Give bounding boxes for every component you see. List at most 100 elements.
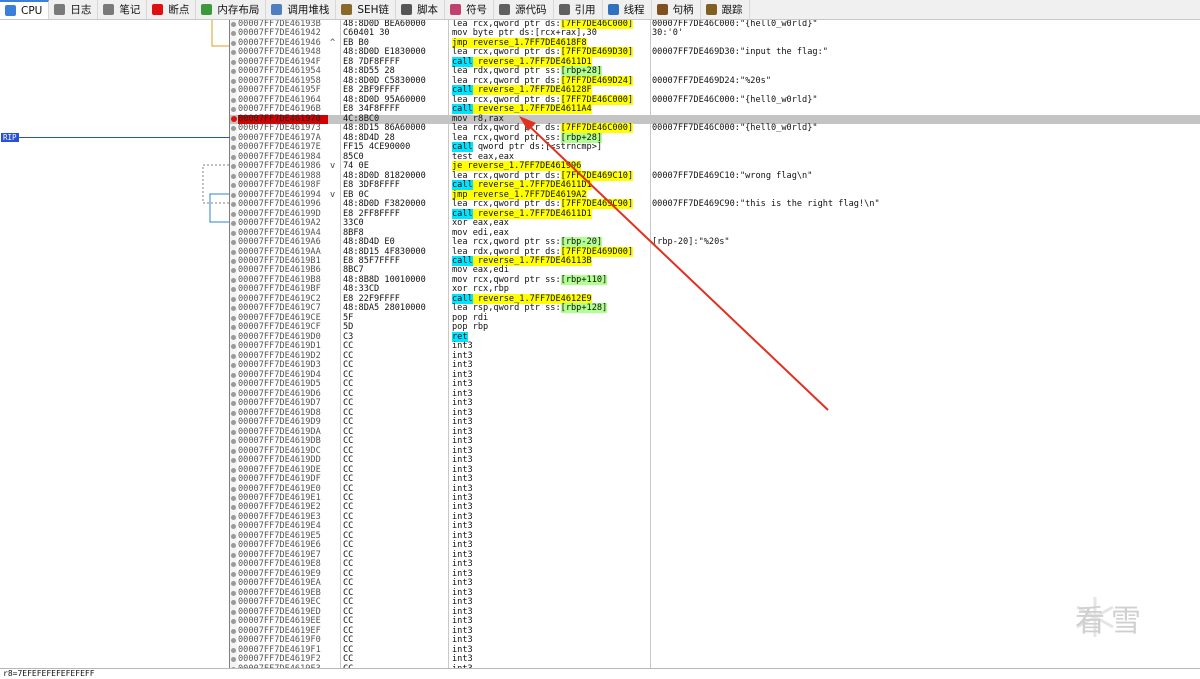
disassembly-row[interactable]: 00007FF7DE4619E9 CC int3 [230,569,1200,580]
disassembly-row[interactable]: 00007FF7DE4619DC CC int3 [230,446,1200,457]
disassembly-row[interactable]: 00007FF7DE4619F2 CC int3 [230,654,1200,665]
disassembly-row[interactable]: 00007FF7DE4619A2 33C0 xor eax,eax [230,218,1200,229]
disassembly-row[interactable]: 00007FF7DE4619E0 CC int3 [230,484,1200,495]
breakpoint-dot-icon[interactable] [231,268,236,274]
disassembly-row[interactable]: 00007FF7DE4619D9 CC int3 [230,417,1200,428]
disassembly-row[interactable]: 00007FF7DE4619E5 CC int3 [230,531,1200,542]
breakpoint-dot-icon[interactable] [231,410,236,416]
breakpoint-dot-icon[interactable] [231,647,236,653]
disassembly-row[interactable]: 00007FF7DE4619D7 CC int3 [230,398,1200,409]
breakpoint-dot-icon[interactable] [231,372,236,378]
breakpoint-dot-icon[interactable] [231,334,236,340]
breakpoint-dot-icon[interactable] [231,315,236,321]
breakpoint-dot-icon[interactable] [231,353,236,359]
breakpoint-dot-icon[interactable] [231,619,236,625]
breakpoint-dot-icon[interactable] [231,296,236,302]
disassembly-row[interactable]: 00007FF7DE4619D5 CC int3 [230,379,1200,390]
disassembly-row[interactable]: 00007FF7DE4619D3 CC int3 [230,361,1200,371]
disassembly-row[interactable]: 00007FF7DE46199D E8 2FF8FFFF call reverse_… [230,208,1200,220]
breakpoint-dot-icon[interactable] [231,287,236,293]
disassembly-row[interactable]: 00007FF7DE4619E3 CC int3 [230,512,1200,523]
breakpoint-dot-icon[interactable] [231,344,236,350]
disassembly-row[interactable]: 00007FF7DE4619D8 CC int3 [230,408,1200,419]
disassembly-row[interactable]: 00007FF7DE461942 C60401 30 mov byte ptr ds… [230,29,1200,39]
tab-7[interactable]: 脚本 [396,0,446,19]
breakpoint-dot-icon[interactable] [231,211,236,217]
disassembly-row[interactable]: 00007FF7DE4619E1 CC int3 [230,493,1200,504]
disassembly-row[interactable]: 00007FF7DE4619E7 CC int3 [230,550,1200,561]
breakpoint-dot-icon[interactable] [231,448,236,454]
tab-2[interactable]: 笔记 [98,0,148,19]
tab-5[interactable]: 调用堆栈 [266,0,337,19]
disassembly-row[interactable]: 00007FF7DE4619E2 CC int3 [230,503,1200,513]
breakpoint-dot-icon[interactable] [231,439,236,445]
breakpoint-dot-icon[interactable] [231,135,236,141]
breakpoint-dot-icon[interactable] [231,543,236,549]
tab-1[interactable]: 日志 [49,0,99,19]
breakpoint-dot-icon[interactable] [231,221,236,227]
tab-8[interactable]: 符号 [445,0,495,19]
breakpoint-dot-icon[interactable] [231,31,236,37]
breakpoint-dot-icon[interactable] [231,571,236,577]
disassembly-row[interactable]: 00007FF7DE4619DF CC int3 [230,474,1200,485]
breakpoint-dot-icon[interactable] [231,382,236,388]
breakpoint-dot-icon[interactable] [231,40,236,46]
disassembly-row[interactable]: 00007FF7DE4619D1 CC int3 [230,342,1200,352]
breakpoint-dot-icon[interactable] [231,325,236,331]
tab-10[interactable]: 引用 [554,0,603,19]
disassembly-row[interactable]: 00007FF7DE4619B1 E8 85F7FFFF call reverse_… [230,256,1200,267]
breakpoint-dot-icon[interactable] [231,391,236,397]
breakpoint-dot-icon[interactable] [231,420,236,426]
disassembly-row[interactable]: 00007FF7DE4619D4 CC int3 [230,370,1200,381]
breakpoint-dot-icon[interactable] [231,50,236,56]
tab-3[interactable]: 断点 [147,0,197,19]
breakpoint-dot-icon[interactable] [231,240,236,246]
breakpoint-dot-icon[interactable] [231,249,236,255]
disassembly-row[interactable]: 00007FF7DE4619CE 5F pop rdi [230,313,1200,324]
breakpoint-dot-icon[interactable] [231,277,236,283]
breakpoint-dot-icon[interactable] [231,88,236,94]
breakpoint-dot-icon[interactable] [231,638,236,644]
tab-11[interactable]: 线程 [603,0,652,19]
breakpoint-dot-icon[interactable] [231,552,236,558]
tab-12[interactable]: 句柄 [652,0,701,19]
breakpoint-dot-icon[interactable] [231,609,236,615]
breakpoint-dot-icon[interactable] [231,533,236,539]
disassembly-row[interactable]: 00007FF7DE4619D6 CC int3 [230,389,1200,400]
disassembly-row[interactable]: 00007FF7DE4619C7 48:8DA5 28010000 lea rsp,… [230,303,1200,314]
tab-0[interactable]: CPU [0,0,50,19]
disassembly-row[interactable]: 00007FF7DE4619DE CC int3 [230,465,1200,476]
breakpoint-dot-icon[interactable] [231,562,236,568]
disassembly-row[interactable]: 00007FF7DE4619D0 C3 ret [230,331,1200,343]
disassembly-row[interactable]: 00007FF7DE46198F E8 3DF8FFFF call reverse_… [230,180,1200,191]
breakpoint-dot-icon[interactable] [231,116,237,123]
breakpoint-dot-icon[interactable] [231,401,236,407]
breakpoint-dot-icon[interactable] [231,600,236,606]
disassembly-row[interactable]: 00007FF7DE46197E FF15 4CE90000 call qword … [230,142,1200,153]
breakpoint-dot-icon[interactable] [231,363,236,369]
breakpoint-dot-icon[interactable] [231,126,236,132]
tab-13[interactable]: 跟踪 [701,0,750,19]
breakpoint-dot-icon[interactable] [231,59,236,65]
breakpoint-dot-icon[interactable] [231,496,236,501]
breakpoint-dot-icon[interactable] [231,524,236,530]
breakpoint-dot-icon[interactable] [231,192,236,198]
breakpoint-dot-icon[interactable] [231,173,236,179]
breakpoint-dot-icon[interactable] [231,505,236,511]
disassembly-row[interactable]: 00007FF7DE4619DA CC int3 [230,427,1200,438]
breakpoint-dot-icon[interactable] [231,429,236,435]
disassembly-row[interactable]: 00007FF7DE4619E8 CC int3 [230,560,1200,570]
disassembly-row[interactable]: 00007FF7DE4619E4 CC int3 [230,522,1200,532]
breakpoint-dot-icon[interactable] [231,230,236,236]
breakpoint-dot-icon[interactable] [231,590,236,596]
breakpoint-dot-icon[interactable] [231,78,236,84]
breakpoint-dot-icon[interactable] [231,259,236,264]
breakpoint-dot-icon[interactable] [231,22,236,27]
breakpoint-dot-icon[interactable] [231,467,236,473]
breakpoint-dot-icon[interactable] [231,514,236,520]
disassembly-row[interactable]: 00007FF7DE4619F1 CC int3 [230,645,1200,656]
disassembly-row[interactable]: 00007FF7DE461984 85C0 test eax,eax [230,152,1200,163]
disassembly-row[interactable]: 00007FF7DE4619DB CC int3 [230,436,1200,447]
tab-4[interactable]: 内存布局 [196,0,267,19]
breakpoint-dot-icon[interactable] [231,477,236,483]
